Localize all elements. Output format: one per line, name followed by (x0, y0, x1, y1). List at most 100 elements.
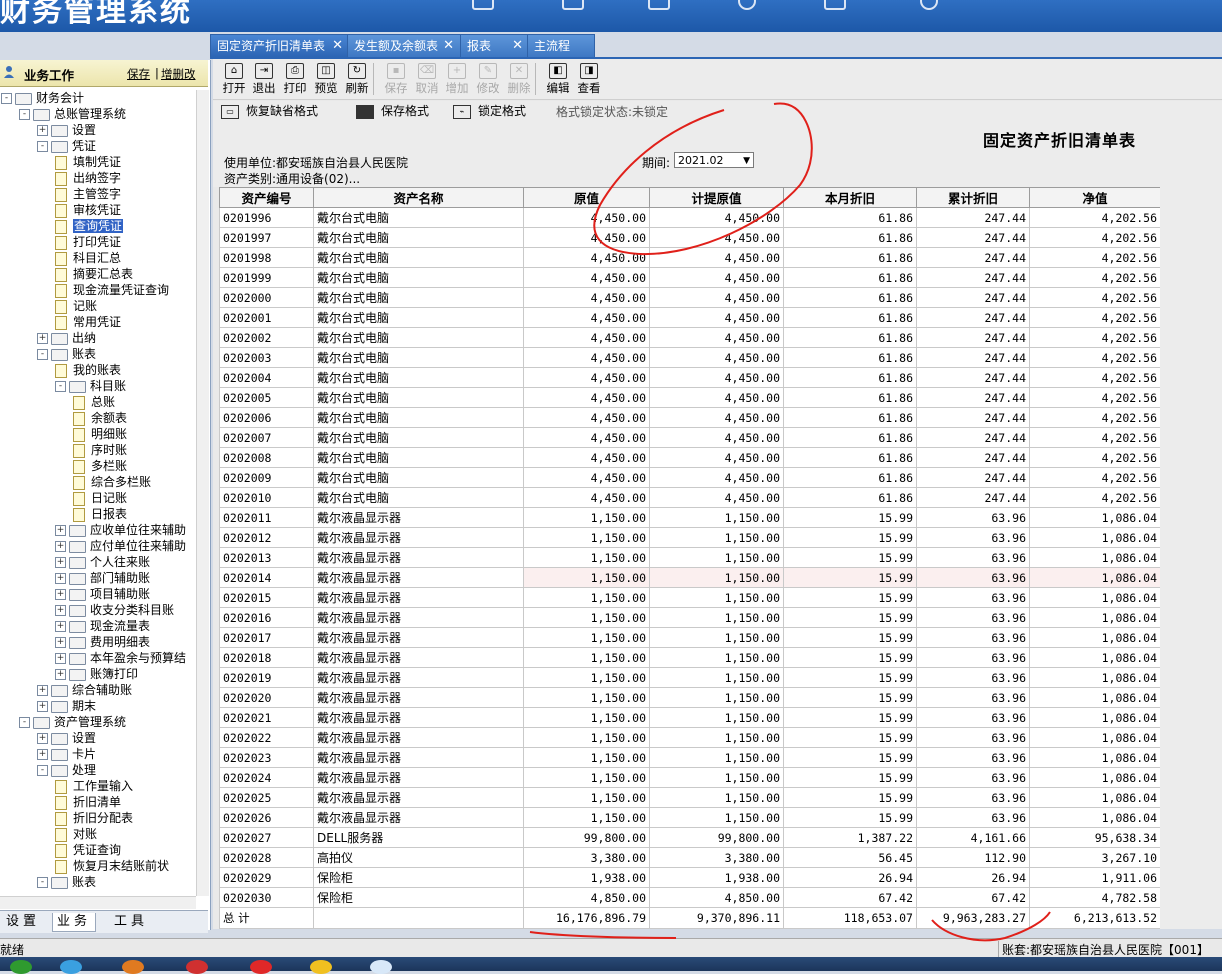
total-row[interactable]: 总 计 16,176,896.79 9,370,896.11 118,653.07 9,… (219, 907, 1161, 929)
table-row[interactable]: 0202017 戴尔液晶显示器 1,150.00 1,150.00 15.99 63.96… (219, 627, 1161, 648)
tree-item[interactable]: + 应付单位往来辅助 (55, 538, 186, 554)
save-format-button[interactable]: 保存格式 (356, 102, 429, 120)
tree-item[interactable]: + 期末 (37, 698, 96, 714)
collapse-icon[interactable]: - (19, 109, 30, 120)
table-row[interactable]: 0202001 戴尔台式电脑 4,450.00 4,450.00 61.86 247.44… (219, 307, 1161, 328)
tab-depreciation-list[interactable]: 固定资产折旧清单表 ✕ (210, 34, 350, 57)
tree-item[interactable]: 主管签字 (55, 186, 121, 202)
cancel-button[interactable]: ⌫ 取消 (412, 61, 442, 97)
app-icon[interactable] (60, 960, 82, 974)
table-row[interactable]: 0202022 戴尔液晶显示器 1,150.00 1,150.00 15.99 63.96… (219, 727, 1161, 748)
table-row[interactable]: 0202025 戴尔液晶显示器 1,150.00 1,150.00 15.99 63.96… (219, 787, 1161, 808)
tree-item[interactable]: - 财务会计 (1, 90, 84, 106)
save-button[interactable]: ▪ 保存 (381, 61, 411, 97)
tree-item[interactable]: 对账 (55, 826, 97, 842)
tree-item[interactable]: - 账表 (37, 874, 96, 890)
table-row[interactable]: 0202003 戴尔台式电脑 4,450.00 4,450.00 61.86 247.44… (219, 347, 1161, 368)
tree-item[interactable]: 折旧清单 (55, 794, 121, 810)
expand-icon[interactable]: + (37, 333, 48, 344)
tree-item[interactable]: + 卡片 (37, 746, 96, 762)
close-icon[interactable]: ✕ (332, 35, 343, 57)
collapse-icon[interactable]: - (55, 381, 66, 392)
table-row[interactable]: 0202012 戴尔液晶显示器 1,150.00 1,150.00 15.99 63.96… (219, 527, 1161, 548)
tree-item[interactable]: 记账 (55, 298, 97, 314)
expand-icon[interactable]: + (37, 733, 48, 744)
help-doc-icon[interactable] (824, 0, 846, 10)
gear-icon[interactable] (738, 0, 756, 10)
column-header[interactable]: 原值 (523, 187, 650, 208)
restore-format-button[interactable]: ▭ 恢复缺省格式 (221, 102, 318, 120)
open-button[interactable]: ⌂ 打开 (219, 61, 249, 97)
table-row[interactable]: 0201997 戴尔台式电脑 4,450.00 4,450.00 61.86 247.44… (219, 227, 1161, 248)
table-row[interactable]: 0202010 戴尔台式电脑 4,450.00 4,450.00 61.86 247.44… (219, 487, 1161, 508)
close-icon[interactable]: ✕ (512, 35, 523, 57)
tree-item[interactable]: + 本年盈余与预算结 (55, 650, 186, 666)
tree-item[interactable]: - 账表 (37, 346, 96, 362)
power-icon[interactable] (920, 0, 938, 10)
tree-item[interactable]: 工作量输入 (55, 778, 133, 794)
tree-item[interactable]: + 项目辅助账 (55, 586, 150, 602)
view-button[interactable]: ◨ 查看 (574, 61, 604, 97)
tab-settings[interactable]: 设置 (6, 913, 40, 931)
tree-item[interactable]: 现金流量凭证查询 (55, 282, 169, 298)
tree-item[interactable]: + 设置 (37, 730, 96, 746)
app-icon[interactable] (250, 960, 272, 974)
table-row[interactable]: 0202018 戴尔液晶显示器 1,150.00 1,150.00 15.99 63.96… (219, 647, 1161, 668)
table-row[interactable]: 0202024 戴尔液晶显示器 1,150.00 1,150.00 15.99 63.96… (219, 767, 1161, 788)
tree-item[interactable]: 序时账 (73, 442, 127, 458)
tree-item[interactable]: + 现金流量表 (55, 618, 150, 634)
tree-item[interactable]: 日报表 (73, 506, 127, 522)
tree-item[interactable]: - 总账管理系统 (19, 106, 126, 122)
tree-item[interactable]: 摘要汇总表 (55, 266, 133, 282)
table-row[interactable]: 0201998 戴尔台式电脑 4,450.00 4,450.00 61.86 247.44… (219, 247, 1161, 268)
expand-icon[interactable]: + (55, 541, 66, 552)
collapse-icon[interactable]: - (19, 717, 30, 728)
tree-item[interactable]: 折旧分配表 (55, 810, 133, 826)
tree-item[interactable]: + 部门辅助账 (55, 570, 150, 586)
tree-item[interactable]: 我的账表 (55, 362, 121, 378)
table-row[interactable]: 0202002 戴尔台式电脑 4,450.00 4,450.00 61.86 247.44… (219, 327, 1161, 348)
expand-icon[interactable]: + (55, 637, 66, 648)
expand-icon[interactable]: + (55, 621, 66, 632)
expand-icon[interactable]: + (55, 653, 66, 664)
column-header[interactable]: 资产编号 (219, 187, 314, 208)
tree-item[interactable]: 审核凭证 (55, 202, 121, 218)
table-row[interactable]: 0202021 戴尔液晶显示器 1,150.00 1,150.00 15.99 63.96… (219, 707, 1161, 728)
column-header[interactable]: 计提原值 (649, 187, 784, 208)
table-row[interactable]: 0202011 戴尔液晶显示器 1,150.00 1,150.00 15.99 63.96… (219, 507, 1161, 528)
column-header[interactable]: 资产名称 (313, 187, 524, 208)
tree-item[interactable]: 查询凭证 (55, 218, 124, 234)
tree-item[interactable]: 余额表 (73, 410, 127, 426)
tab-main-flow[interactable]: 主流程 (527, 34, 595, 57)
table-row[interactable]: 0201996 戴尔台式电脑 4,450.00 4,450.00 61.86 247.44… (219, 207, 1161, 228)
table-row[interactable]: 0202005 戴尔台式电脑 4,450.00 4,450.00 61.86 247.44… (219, 387, 1161, 408)
tree-item[interactable]: + 收支分类科目账 (55, 602, 174, 618)
tree-item[interactable]: - 资产管理系统 (19, 714, 126, 730)
refresh-button[interactable]: ↻ 刷新 (342, 61, 372, 97)
table-row[interactable]: 0202000 戴尔台式电脑 4,450.00 4,450.00 61.86 247.44… (219, 287, 1161, 308)
collapse-icon[interactable]: - (37, 765, 48, 776)
period-select[interactable]: 2021.02 ▼ (674, 152, 754, 168)
design-button[interactable]: ◧ 编辑 (543, 61, 573, 97)
table-row[interactable]: 0202013 戴尔液晶显示器 1,150.00 1,150.00 15.99 63.96… (219, 547, 1161, 568)
tree-item[interactable]: 明细账 (73, 426, 127, 442)
table-row[interactable]: 0202023 戴尔液晶显示器 1,150.00 1,150.00 15.99 63.96… (219, 747, 1161, 768)
table-row[interactable]: 0202015 戴尔液晶显示器 1,150.00 1,150.00 15.99 63.96… (219, 587, 1161, 608)
add-button[interactable]: + 增加 (442, 61, 472, 97)
tree-item[interactable]: 日记账 (73, 490, 127, 506)
tree-item[interactable]: + 账簿打印 (55, 666, 138, 682)
app-icon[interactable] (370, 960, 392, 974)
tree-item[interactable]: 凭证查询 (55, 842, 121, 858)
tree-item[interactable]: + 应收单位往来辅助 (55, 522, 186, 538)
tab-reports[interactable]: 报表 ✕ (460, 34, 530, 57)
table-row[interactable]: 0202028 高拍仪 3,380.00 3,380.00 56.45 112.90 3,2… (219, 847, 1161, 868)
column-header[interactable]: 累计折旧 (916, 187, 1030, 208)
delete-button[interactable]: ✕ 删除 (504, 61, 534, 97)
browser-icon[interactable] (122, 960, 144, 974)
edit-button[interactable]: ✎ 修改 (473, 61, 503, 97)
expand-icon[interactable]: + (55, 605, 66, 616)
table-row[interactable]: 0202029 保险柜 1,938.00 1,938.00 26.94 26.94 1,91… (219, 867, 1161, 888)
collapse-icon[interactable]: - (37, 141, 48, 152)
tree-item[interactable]: - 处理 (37, 762, 96, 778)
tab-business[interactable]: 业务 (52, 913, 97, 932)
